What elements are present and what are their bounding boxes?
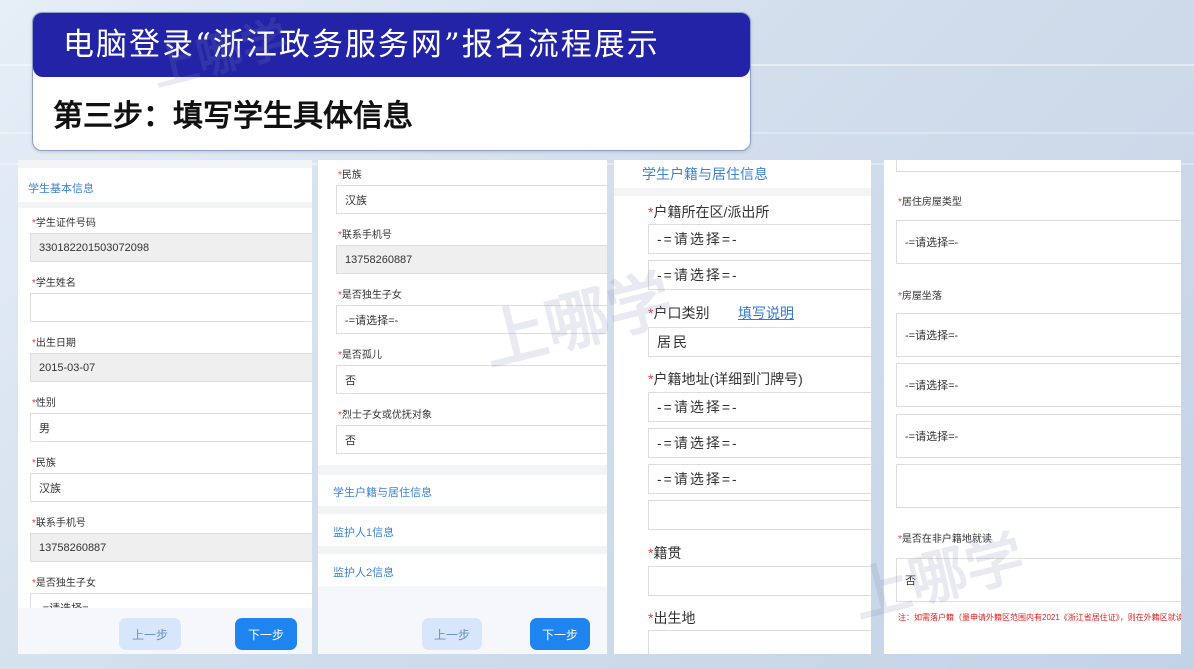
prev-step-button[interactable]: 上一步 — [119, 618, 181, 650]
page-title: 电脑登录“浙江政务服务网”报名流程展示 — [33, 13, 750, 77]
next-step-button[interactable]: 下一步 — [530, 618, 590, 650]
field-input[interactable]: 13758260887 — [30, 533, 312, 562]
native-place-label: *籍贯 — [648, 545, 682, 561]
hukou-type-select[interactable]: 居民 — [648, 327, 871, 357]
field-input[interactable]: 男 — [30, 413, 312, 442]
field-label: *是否独生子女 — [32, 578, 96, 589]
panel-basic-info-continued: *民族汉族 *联系手机号 13758260887 *是否独生子女 -=请选择=- *是否孤… — [318, 160, 607, 654]
step-subtitle: 第三步：填写学生具体信息 — [53, 99, 413, 134]
field-input[interactable]: 汉族 — [30, 473, 312, 502]
section-guardian1-info[interactable]: 监护人1信息 — [333, 524, 394, 540]
note-text: 注：如需落户籍（量申请外籍区范围内有2021《浙江省居住证》，则在外籍区就读，请… — [898, 613, 1181, 622]
field-input[interactable]: 2015-03-07 — [30, 353, 312, 382]
field-label: *民族 — [338, 170, 362, 181]
address-select-3[interactable]: -=请选择=- — [648, 464, 871, 494]
prev-step-button[interactable]: 上一步 — [422, 618, 482, 650]
title-box: 电脑登录“浙江政务服务网”报名流程展示 第三步：填写学生具体信息 — [32, 12, 751, 151]
huji-police-station-select[interactable]: -=请选择=- — [648, 260, 871, 290]
panel-basic-info: 学生基本信息 *学生证件号码 330182201503072098 *学生姓名 *出生… — [18, 160, 312, 654]
address-detail-input[interactable] — [648, 500, 871, 530]
birthplace-label: *出生地 — [648, 610, 696, 626]
field-label: *是否独生子女 — [338, 290, 402, 301]
field-label: *学生姓名 — [32, 278, 76, 289]
birthplace-input[interactable] — [648, 630, 871, 654]
field-label: *性别 — [32, 398, 56, 409]
housing-type-label: *居住房屋类型 — [898, 197, 962, 208]
field-input[interactable]: 13758260887 — [336, 245, 607, 274]
huji-district-label: *户籍所在区/派出所 — [648, 204, 770, 220]
huji-district-select[interactable]: -=请选择=- — [648, 224, 871, 254]
field-input[interactable]: 否 — [336, 425, 607, 454]
field-input[interactable] — [30, 293, 312, 322]
panel-housing-info: *居住房屋类型 -=请选择=- *房屋坐落 -=请选择=- -=请选择=- -=… — [884, 160, 1181, 654]
field-label: *学生证件号码 — [32, 218, 96, 229]
field-input[interactable]: 330182201503072098 — [30, 233, 312, 262]
section-title-basic-info[interactable]: 学生基本信息 — [28, 180, 94, 196]
section-title-residence[interactable]: 学生户籍与居住信息 — [642, 164, 768, 184]
section-guardian2-info[interactable]: 监护人2信息 — [333, 564, 394, 580]
location-select-1[interactable]: -=请选择=- — [896, 313, 1181, 357]
field-input[interactable]: 汉族 — [336, 185, 607, 214]
address-select-2[interactable]: -=请选择=- — [648, 428, 871, 458]
field-input[interactable]: 否 — [336, 365, 607, 394]
huji-address-label: *户籍地址(详细到门牌号) — [648, 371, 803, 387]
location-select-3[interactable]: -=请选择=- — [896, 414, 1181, 458]
non-local-study-label: *是否在非户籍地就读 — [898, 534, 992, 545]
location-detail-input[interactable] — [896, 464, 1181, 508]
native-place-input[interactable] — [648, 566, 871, 596]
section-residence-info[interactable]: 学生户籍与居住信息 — [333, 484, 432, 500]
field-label: *民族 — [32, 458, 56, 469]
field-label: *是否孤儿 — [338, 350, 382, 361]
field-label: *烈士子女或优抚对象 — [338, 410, 432, 421]
top-cutoff-field[interactable] — [896, 160, 1181, 172]
hukou-type-label: *户口类别 — [648, 305, 710, 321]
housing-location-label: *房屋坐落 — [898, 291, 942, 302]
non-local-study-select[interactable]: 否 — [896, 558, 1181, 602]
address-select-1[interactable]: -=请选择=- — [648, 392, 871, 422]
housing-type-select[interactable]: -=请选择=- — [896, 220, 1181, 264]
field-label: *联系手机号 — [338, 230, 392, 241]
field-input[interactable]: -=请选择=- — [336, 305, 607, 334]
panel-residence-info: 学生户籍与居住信息 *户籍所在区/派出所 -=请选择=- -=请选择=- *户口… — [614, 160, 871, 654]
location-select-2[interactable]: -=请选择=- — [896, 363, 1181, 407]
next-step-button[interactable]: 下一步 — [235, 618, 297, 650]
field-label: *联系手机号 — [32, 518, 86, 529]
field-label: *出生日期 — [32, 338, 76, 349]
fill-instructions-link[interactable]: 填写说明 — [738, 303, 794, 323]
